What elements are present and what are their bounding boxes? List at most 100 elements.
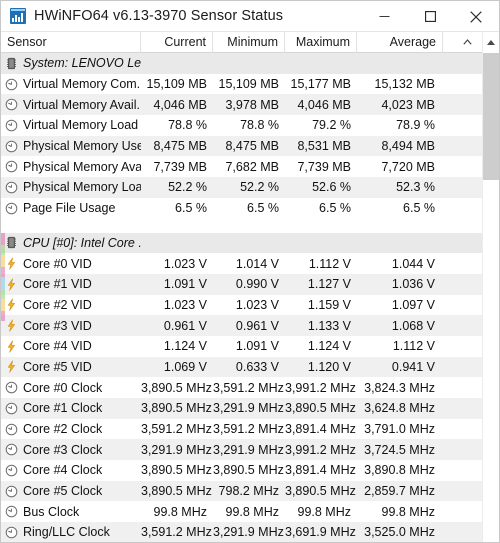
sensor-name-cell: Core #0 Clock — [1, 381, 141, 395]
sensor-table-row[interactable]: Core #5 Clock 3,890.5 MHz 798.2 MHz 3,890.5… — [1, 480, 499, 502]
sensor-name-label: Ring/LLC Clock — [23, 525, 110, 540]
sensor-maximum-value: 3,890.5 MHz — [285, 484, 356, 499]
sensor-table-row[interactable]: Physical Memory Load 52.2 % 52.2 % 52.6 % 52… — [1, 177, 499, 198]
sensor-table-row[interactable]: Core #5 VID 1.069 V 0.633 V 1.120 V 0.941 V — [1, 356, 499, 378]
gauge-icon — [5, 78, 18, 91]
sensor-name-cell: Core #2 Clock — [1, 422, 141, 436]
sensor-current-value: 3,291.9 MHz — [141, 442, 212, 457]
sensor-average-value: 78.9 % — [396, 118, 435, 133]
sensor-name-label: Bus Clock — [23, 504, 80, 519]
sensor-table-row[interactable]: Physical Memory Used 8,475 MB 8,475 MB 8,53… — [1, 135, 499, 157]
column-header-sensor[interactable]: Sensor — [1, 31, 141, 53]
scrollbar-thumb[interactable] — [483, 53, 499, 180]
sensor-name-label: Physical Memory Used — [23, 139, 141, 154]
sensor-average-value: 15,132 MB — [374, 77, 435, 92]
sensor-minimum-value: 3,291.9 MHz — [213, 401, 284, 416]
sensor-table-row[interactable]: Core #2 Clock 3,591.2 MHz 3,591.2 MHz 3,891… — [1, 418, 499, 440]
sensor-minimum-value: 7,682 MB — [225, 159, 279, 174]
sensor-table-row[interactable]: Core #1 Clock 3,890.5 MHz 3,291.9 MHz 3,890… — [1, 398, 499, 419]
bolt-icon — [5, 257, 18, 270]
gauge-icon — [5, 160, 18, 173]
sensor-average-value: 3,624.8 MHz — [364, 401, 435, 416]
column-header-minimum[interactable]: Minimum — [213, 31, 285, 53]
sensor-table-row[interactable]: Core #2 VID 1.023 V 1.023 V 1.159 V 1.097 V — [1, 294, 499, 316]
column-header-average[interactable]: Average — [357, 31, 443, 53]
sensor-average-value: 99.8 MHz — [381, 504, 436, 519]
sensor-current-value: 1.091 V — [163, 277, 207, 292]
sensor-name-label: Page File Usage — [23, 201, 116, 216]
sensor-name-cell: Core #1 Clock — [1, 401, 141, 415]
sensor-table-row[interactable]: Virtual Memory Load 78.8 % 78.8 % 79.2 % 78.… — [1, 115, 499, 136]
sensor-maximum-value: 3,891.4 MHz — [285, 463, 356, 478]
sensor-current-value: 15,109 MB — [146, 77, 207, 92]
sensor-name-label: Physical Memory Load — [23, 180, 141, 195]
sensor-average-value: 0.941 V — [391, 359, 435, 374]
sensor-table-row[interactable]: Page File Usage 6.5 % 6.5 % 6.5 % 6.5 % — [1, 197, 499, 219]
sensor-table-row[interactable]: Core #1 VID 1.091 V 0.990 V 1.127 V 1.036 V — [1, 273, 499, 295]
sensor-name-cell: Core #2 VID — [1, 298, 141, 312]
sensor-average-value: 4,023 MB — [381, 97, 435, 112]
bolt-icon — [5, 340, 18, 353]
sensor-table-row[interactable]: Core #3 Clock 3,291.9 MHz 3,291.9 MHz 3,991… — [1, 439, 499, 461]
sensor-name-cell: Core #1 VID — [1, 277, 141, 291]
sensor-current-value: 3,591.2 MHz — [141, 525, 212, 540]
sensor-table-body[interactable]: System: LENOVO Len... Virtual Memory Com.… — [1, 53, 499, 542]
sensor-table-row[interactable]: Virtual Memory Com... 15,109 MB 15,109 MB 1… — [1, 73, 499, 95]
sensor-group-header-row[interactable]: System: LENOVO Len... — [1, 53, 499, 74]
sensor-current-value: 3,890.5 MHz — [141, 463, 212, 478]
sensor-name-cell: Virtual Memory Avail... — [1, 98, 141, 112]
column-header-maximum[interactable]: Maximum — [285, 31, 357, 53]
close-button[interactable] — [453, 1, 499, 32]
sensor-table-row[interactable]: Core #4 Clock 3,890.5 MHz 3,890.5 MHz 3,891… — [1, 460, 499, 481]
sensor-minimum-value: 0.990 V — [235, 277, 279, 292]
sensor-name-label: Core #5 VID — [23, 359, 92, 374]
maximize-icon — [424, 11, 436, 22]
gauge-icon — [5, 202, 18, 215]
sensor-average-value: 52.3 % — [396, 180, 435, 195]
sensor-minimum-value: 3,291.9 MHz — [213, 442, 284, 457]
vertical-scrollbar[interactable] — [482, 32, 499, 542]
sensor-name-cell: CPU [#0]: Intel Core ... — [1, 236, 141, 250]
sensor-current-value: 4,046 MB — [153, 97, 207, 112]
sensor-table-row[interactable]: Bus Clock 99.8 MHz 99.8 MHz 99.8 MHz 99.8 MH… — [1, 501, 499, 523]
sensor-name-label: Core #1 Clock — [23, 401, 103, 416]
sensor-name-label: Core #3 Clock — [23, 442, 103, 457]
scrollbar-up-button[interactable] — [483, 32, 499, 53]
sensor-name-label: Core #4 Clock — [23, 463, 103, 478]
sensor-current-value: 78.8 % — [168, 118, 207, 133]
column-header-current[interactable]: Current — [141, 31, 213, 53]
scrollbar-track[interactable] — [483, 53, 499, 542]
sensor-current-value: 0.961 V — [163, 318, 207, 333]
maximize-button[interactable] — [407, 1, 453, 32]
sensor-maximum-value: 3,691.9 MHz — [285, 525, 356, 540]
sensor-average-value: 1.044 V — [391, 256, 435, 271]
sensor-group-header-row[interactable]: CPU [#0]: Intel Core ... — [1, 232, 499, 254]
sensor-name-label: Core #0 VID — [23, 256, 92, 271]
title-bar: HWiNFO64 v6.13-3970 Sensor Status — [1, 1, 499, 32]
sensor-table-row[interactable]: Core #0 Clock 3,890.5 MHz 3,591.2 MHz 3,991… — [1, 377, 499, 398]
sensor-maximum-value: 1.124 V — [307, 339, 351, 354]
sensor-current-value: 3,890.5 MHz — [141, 401, 212, 416]
sensor-maximum-value: 1.133 V — [307, 318, 351, 333]
sensor-table-row[interactable]: Virtual Memory Avail... 4,046 MB 3,978 MB 4… — [1, 94, 499, 116]
minimize-button[interactable] — [361, 1, 407, 32]
sensor-minimum-value: 52.2 % — [240, 180, 279, 195]
sensor-table-row[interactable]: Core #3 VID 0.961 V 0.961 V 1.133 V 1.068 V — [1, 315, 499, 336]
sensor-table-row[interactable]: Core #4 VID 1.124 V 1.091 V 1.124 V 1.112 V — [1, 335, 499, 357]
sensor-current-value: 3,890.5 MHz — [141, 484, 212, 499]
sensor-current-value: 8,475 MB — [153, 139, 207, 154]
sensor-maximum-value: 1.120 V — [307, 359, 351, 374]
close-icon — [470, 10, 482, 23]
sensor-minimum-value: 8,475 MB — [225, 139, 279, 154]
sensor-average-value: 1.036 V — [391, 277, 435, 292]
sensor-minimum-value: 3,978 MB — [225, 97, 279, 112]
gauge-icon — [5, 381, 18, 394]
sensor-table-row[interactable]: Ring/LLC Clock 3,591.2 MHz 3,291.9 MHz 3,69… — [1, 522, 499, 542]
sensor-average-value: 3,791.0 MHz — [364, 422, 435, 437]
sensor-maximum-value: 3,891.4 MHz — [285, 422, 356, 437]
sensor-name-label: Core #3 VID — [23, 318, 92, 333]
sensor-minimum-value: 3,890.5 MHz — [213, 463, 284, 478]
sensor-table-row[interactable]: Physical Memory Avai... 7,739 MB 7,682 MB 7… — [1, 156, 499, 178]
sensor-average-value: 1.068 V — [391, 318, 435, 333]
sensor-table-row[interactable]: Core #0 VID 1.023 V 1.014 V 1.112 V 1.044 V — [1, 253, 499, 274]
